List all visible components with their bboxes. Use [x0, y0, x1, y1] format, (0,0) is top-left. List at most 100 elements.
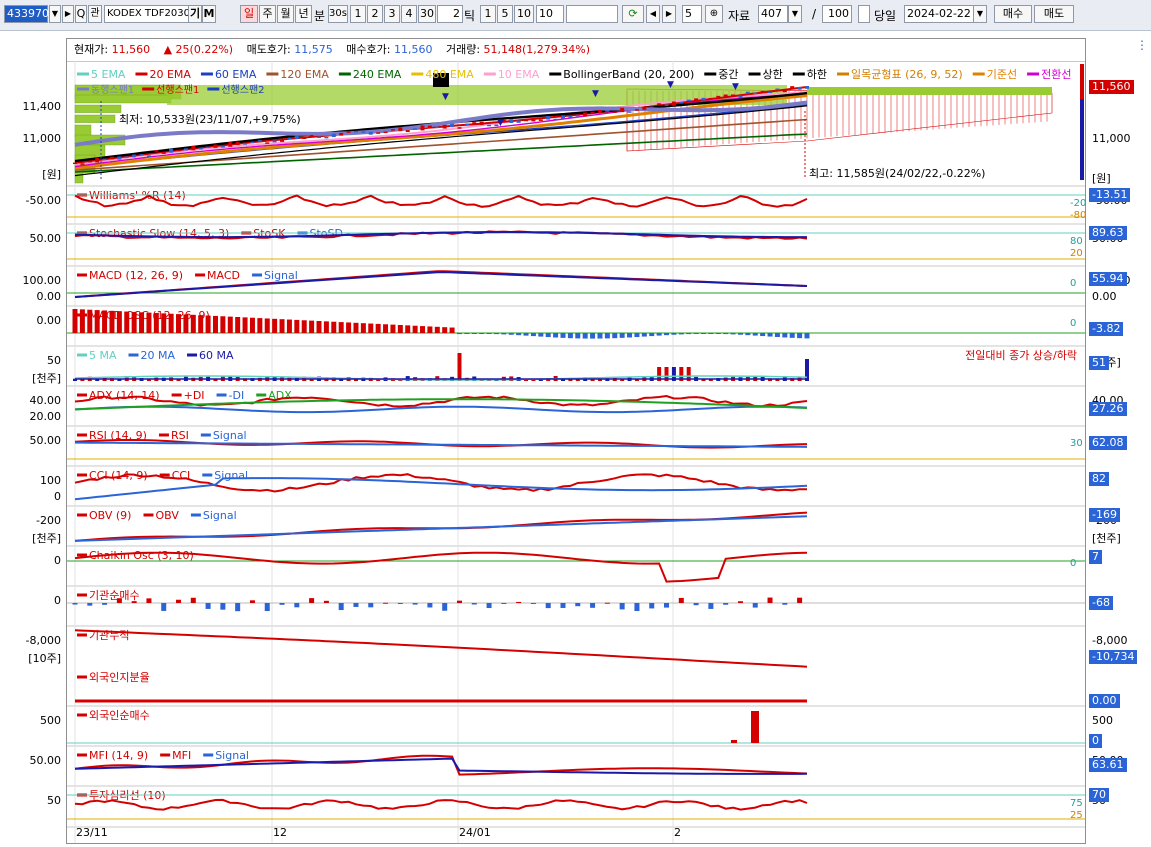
- level-label: -80: [1070, 210, 1087, 221]
- osc-bar: [501, 333, 507, 335]
- osc-bar: [590, 333, 596, 339]
- osc-bar: [368, 323, 374, 333]
- psychology-line: [74, 798, 808, 811]
- tab-monthly[interactable]: 월: [277, 5, 294, 23]
- axis-tick-left: 0.00: [36, 314, 62, 327]
- osc-bar: [168, 313, 174, 333]
- inst-net-bar: [383, 602, 389, 604]
- indicator-value-badge: 82: [1089, 472, 1109, 486]
- data-count-select[interactable]: 407: [758, 5, 788, 23]
- osc-bar: [612, 333, 618, 339]
- code-dropdown-icon[interactable]: ▼: [49, 5, 61, 23]
- buy-button[interactable]: 매수: [994, 5, 1032, 23]
- period-input[interactable]: [566, 5, 618, 23]
- inst-net-bar: [397, 603, 403, 604]
- indicator-plots[interactable]: ▼ ▼ ▼ ▼ ▼ 최저: 10,533원(23/11/07,+9.75%) 최고: 11,…: [67, 61, 1085, 843]
- minute-1-button[interactable]: 1: [350, 5, 366, 23]
- data-count-dropdown-icon[interactable]: ▼: [788, 5, 802, 23]
- volume-label: 거래량: 51,148(1,279.34%): [445, 43, 591, 56]
- toolbar: 433970 ▼ ▶ Q 관 KODEX TDF2030액티브 기 M 일 주 …: [0, 0, 1151, 31]
- search-button[interactable]: Q: [75, 5, 87, 23]
- prev-icon[interactable]: ◀: [646, 5, 660, 23]
- inst-net-bar: [678, 597, 684, 603]
- minute-30-button[interactable]: 30: [418, 5, 436, 23]
- axis-tick-left: 50.00: [29, 232, 62, 245]
- legend-label: 선행스팬2: [221, 84, 264, 96]
- osc-bar: [434, 326, 440, 333]
- calendar-dropdown-icon[interactable]: ▼: [973, 5, 987, 23]
- osc-bar: [708, 333, 714, 334]
- candle: [95, 158, 100, 163]
- tab-yearly[interactable]: 년: [295, 5, 312, 23]
- count-input[interactable]: 10: [536, 5, 564, 23]
- minute-unit-button[interactable]: 30s: [328, 5, 348, 23]
- minute-4-button[interactable]: 4: [401, 5, 417, 23]
- osc-bar: [190, 314, 196, 333]
- candle: [272, 140, 277, 143]
- today-checkbox[interactable]: [858, 5, 870, 23]
- tick-input[interactable]: 2: [437, 5, 463, 23]
- inst-net-bar: [471, 603, 477, 605]
- zoom-icon[interactable]: ⊕: [705, 5, 723, 23]
- candle: [213, 144, 218, 148]
- refresh-icon[interactable]: ⟳: [622, 5, 644, 23]
- x-axis-label: 24/01: [459, 826, 491, 839]
- candle: [553, 118, 558, 121]
- tab-weekly[interactable]: 주: [259, 5, 276, 23]
- minute-label: 분: [314, 9, 326, 23]
- chart-area[interactable]: 현재가: 11,560 ▲ 25(0.22%) 매도호가: 11,575 매수호…: [66, 38, 1086, 844]
- stock-code-input[interactable]: 433970: [4, 5, 49, 23]
- inst-net-bar: [619, 603, 625, 610]
- display-count-input[interactable]: 100: [822, 5, 852, 23]
- osc-bar: [316, 321, 322, 333]
- volume-profile-bar: [74, 114, 116, 123]
- level-label: 0: [1070, 318, 1077, 329]
- osc-bar: [390, 324, 396, 333]
- candle: [790, 86, 795, 89]
- osc-bar: [715, 333, 721, 334]
- favorites-button[interactable]: 관: [88, 5, 102, 23]
- settings-icon[interactable]: ⋮⋮: [1136, 38, 1151, 52]
- inst-net-bar: [797, 597, 803, 603]
- sell-button[interactable]: 매도: [1034, 5, 1074, 23]
- osc-bar: [331, 321, 337, 333]
- osc-bar: [420, 326, 426, 333]
- volume-profile-bar: [74, 104, 122, 113]
- candle: [509, 119, 514, 123]
- volume-note: 전일대비 종가 상승/하락: [965, 348, 1077, 362]
- tick-5-button[interactable]: 5: [497, 5, 513, 23]
- indicator-value-badge: 51: [1089, 356, 1109, 370]
- inst-net-bar: [782, 603, 788, 605]
- candle: [331, 133, 336, 138]
- osc-bar: [442, 327, 448, 333]
- next-icon[interactable]: ▶: [662, 5, 676, 23]
- inst-net-bar: [693, 603, 699, 606]
- osc-bar: [797, 333, 803, 339]
- panel-legend-label: -DI: [229, 389, 245, 402]
- tick-1-button[interactable]: 1: [480, 5, 496, 23]
- axis-tick-right: 0.00: [1092, 290, 1117, 303]
- tick-label: 틱: [464, 9, 476, 23]
- osc-bar: [767, 333, 773, 337]
- osc-bar: [109, 310, 115, 333]
- date-input[interactable]: 2024-02-22: [904, 5, 974, 23]
- axis-tick-left: 0: [54, 594, 61, 607]
- minute-2-button[interactable]: 2: [367, 5, 383, 23]
- axis-tick-left: 100: [40, 474, 61, 487]
- tick-10-button[interactable]: 10: [514, 5, 534, 23]
- osc-bar: [87, 309, 93, 333]
- minute-3-button[interactable]: 3: [384, 5, 400, 23]
- candle: [376, 132, 381, 134]
- osc-bar: [412, 325, 418, 333]
- candle: [154, 150, 159, 152]
- inst-net-bar: [294, 603, 300, 608]
- market-tag: M: [202, 5, 216, 23]
- candle: [753, 92, 758, 95]
- play-icon[interactable]: ▶: [62, 5, 74, 23]
- osc-bar: [782, 333, 788, 338]
- candle: [642, 106, 647, 110]
- step-input[interactable]: 5: [682, 5, 702, 23]
- tab-daily[interactable]: 일: [240, 5, 258, 23]
- osc-bar: [294, 319, 300, 333]
- panel-legend-label: 60 MA: [199, 349, 234, 362]
